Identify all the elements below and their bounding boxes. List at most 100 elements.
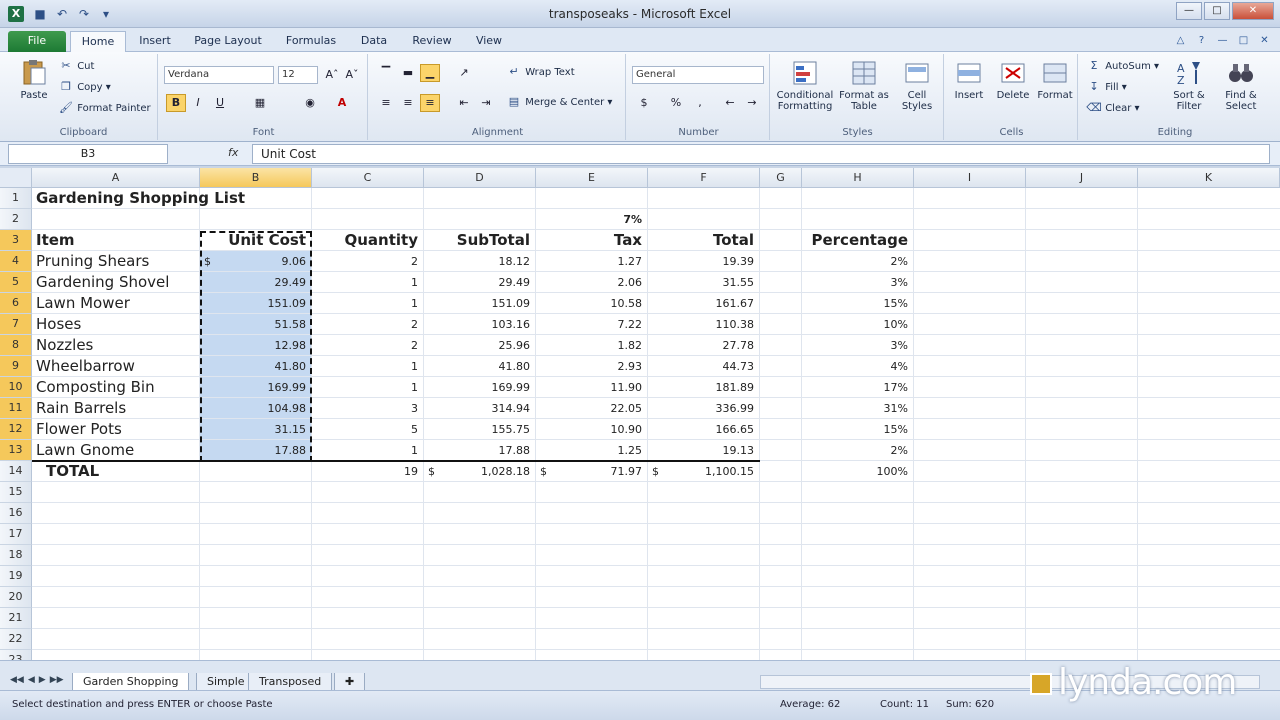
align-top-icon[interactable]: ▔ [376,64,396,82]
row-header-13[interactable]: 13 [0,440,32,461]
cell-item[interactable]: Lawn Gnome [36,440,206,461]
sheet-tab-garden-shopping[interactable]: Garden Shopping [72,673,190,691]
clear-button[interactable]: ⌫ Clear ▾ [1086,100,1139,118]
row-header-10[interactable]: 10 [0,377,32,398]
insert-sheet-icon[interactable]: ✚ [334,673,366,691]
comma-button[interactable]: , [690,94,710,112]
borders-icon[interactable]: ▦ [250,94,270,112]
row-header-23[interactable]: 23 [0,650,32,660]
cell-tax[interactable]: 10.90 [540,419,646,440]
last-sheet-icon[interactable]: ▶▶ [50,675,64,685]
workbook-close-icon[interactable]: ✕ [1257,33,1272,48]
column-header-g[interactable]: G [760,168,802,188]
paste-button[interactable]: Paste [14,58,54,101]
cell-item[interactable]: Composting Bin [36,377,206,398]
tab-insert[interactable]: Insert [130,31,180,52]
row-header-5[interactable]: 5 [0,272,32,293]
minimize-ribbon-icon[interactable]: △ [1173,33,1188,48]
conditional-formatting-button[interactable]: Conditional Formatting [774,58,836,112]
cell-item[interactable]: Gardening Shovel [36,272,206,293]
grow-font-icon[interactable]: Aˆ [322,66,342,84]
cell-subtotal[interactable]: 155.75 [428,419,534,440]
cell-total[interactable]: 31.55 [652,272,758,293]
cell-quantity[interactable]: 1 [316,272,422,293]
cell-subtotal[interactable]: 25.96 [428,335,534,356]
font-size-combo[interactable]: 12 [278,66,318,84]
cell-subtotal[interactable]: 314.94 [428,398,534,419]
bold-button[interactable]: B [166,94,186,112]
cell-percentage[interactable]: 2% [806,251,912,272]
sheet-tab-transposed[interactable]: Transposed [248,673,333,691]
autosum-button[interactable]: Σ AutoSum ▾ [1086,58,1160,76]
sort-filter-button[interactable]: AZ Sort & Filter [1166,58,1212,112]
cell-percentage[interactable]: 3% [806,272,912,293]
orientation-icon[interactable]: ↗ [454,64,474,82]
cell-tax[interactable]: 2.06 [540,272,646,293]
cell-percentage[interactable]: 3% [806,335,912,356]
workbook-restore-icon[interactable]: □ [1236,33,1251,48]
row-header-21[interactable]: 21 [0,608,32,629]
cell-quantity[interactable]: 1 [316,293,422,314]
font-color-icon[interactable]: A [332,94,352,112]
cell-percentage[interactable]: 31% [806,398,912,419]
tab-home[interactable]: Home [70,31,126,52]
name-box[interactable]: B3 [8,144,168,164]
row-header-2[interactable]: 2 [0,209,32,230]
column-header-h[interactable]: H [802,168,914,188]
row-header-20[interactable]: 20 [0,587,32,608]
cell-styles-button[interactable]: Cell Styles [892,58,942,112]
cell-percentage[interactable]: 2% [806,440,912,461]
wrap-text-button[interactable]: ↵ Wrap Text [506,64,574,82]
total-tax-cell[interactable]: 71.97 [540,461,646,482]
align-right-icon[interactable]: ≡ [420,94,440,112]
cell-item[interactable]: Rain Barrels [36,398,206,419]
insert-cells-button[interactable]: Insert [948,58,990,101]
increase-indent-icon[interactable]: ⇥ [476,94,496,112]
tab-page-layout[interactable]: Page Layout [186,31,270,52]
column-header-d[interactable]: D [424,168,536,188]
align-bottom-icon[interactable]: ▁ [420,64,440,82]
row-header-22[interactable]: 22 [0,629,32,650]
formula-input[interactable]: Unit Cost [252,144,1270,164]
cell-item[interactable]: Hoses [36,314,206,335]
italic-button[interactable]: I [188,94,208,112]
select-all-corner[interactable] [0,168,32,188]
cut-button[interactable]: ✂ Cut [58,58,94,76]
cell-percentage[interactable]: 17% [806,377,912,398]
cell-item[interactable]: Lawn Mower [36,293,206,314]
header-quantity[interactable]: Quantity [316,230,422,251]
header-subtotal[interactable]: SubTotal [428,230,534,251]
column-header-j[interactable]: J [1026,168,1138,188]
workbook-minimize-icon[interactable]: — [1215,33,1230,48]
next-sheet-icon[interactable]: ▶ [39,675,46,685]
cell-total[interactable]: 44.73 [652,356,758,377]
cell-tax[interactable]: 10.58 [540,293,646,314]
total-quantity-cell[interactable]: 19 [316,461,422,482]
cell-percentage[interactable]: 15% [806,293,912,314]
cell-subtotal[interactable]: 29.49 [428,272,534,293]
cell-percentage[interactable]: 10% [806,314,912,335]
fill-color-icon[interactable]: ◉ [300,94,320,112]
row-header-9[interactable]: 9 [0,356,32,377]
header-item[interactable]: Item [36,230,198,251]
copy-button[interactable]: ❐ Copy ▾ [58,79,111,97]
tab-view[interactable]: View [466,31,512,52]
cell-quantity[interactable]: 2 [316,314,422,335]
header-percentage[interactable]: Percentage [806,230,912,251]
cell-total[interactable]: 161.67 [652,293,758,314]
first-sheet-icon[interactable]: ◀◀ [10,675,24,685]
minimize-button[interactable]: — [1176,2,1202,20]
row-header-4[interactable]: 4 [0,251,32,272]
cell-subtotal[interactable]: 41.80 [428,356,534,377]
cell-total[interactable]: 19.39 [652,251,758,272]
tab-file[interactable]: File [8,31,66,52]
find-select-button[interactable]: Find & Select [1216,58,1266,112]
cell-subtotal[interactable]: 17.88 [428,440,534,461]
help-icon[interactable]: ? [1194,33,1209,48]
header-total[interactable]: Total [652,230,758,251]
fill-button[interactable]: ↧ Fill ▾ [1086,79,1126,97]
align-center-icon[interactable]: ≡ [398,94,418,112]
cell-item[interactable]: Wheelbarrow [36,356,206,377]
tax-rate-cell[interactable]: 7% [540,209,646,230]
column-header-b[interactable]: B [200,168,312,188]
